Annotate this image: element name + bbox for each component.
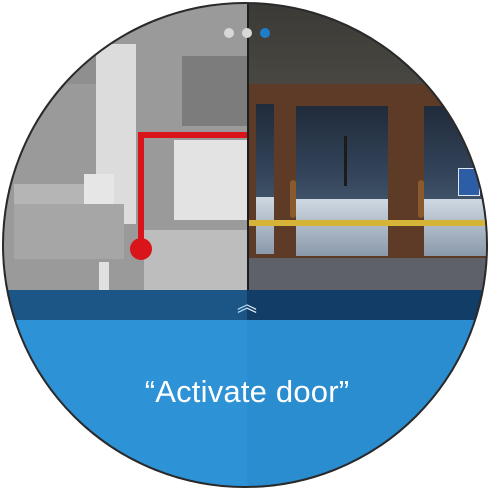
watch-face: ︽ “Activate door” xyxy=(2,2,488,488)
page-dot-active[interactable] xyxy=(260,28,270,38)
door-handle xyxy=(418,180,424,218)
camera-view[interactable] xyxy=(248,4,486,290)
map-building-block xyxy=(14,184,84,204)
voice-command-text: “Activate door” xyxy=(144,374,350,409)
map-building-block xyxy=(14,204,124,259)
current-location-marker xyxy=(130,238,152,260)
door-header xyxy=(248,4,486,90)
indoor-map[interactable] xyxy=(4,4,248,290)
map-building-block xyxy=(144,230,248,290)
sign-icon xyxy=(458,168,480,196)
map-building-block xyxy=(4,4,96,84)
door-handle xyxy=(290,180,296,218)
door-glass xyxy=(424,106,486,256)
split-divider xyxy=(247,4,249,290)
route-line xyxy=(138,132,144,248)
map-room xyxy=(174,140,248,220)
page-dot[interactable] xyxy=(242,28,252,38)
floor xyxy=(248,258,486,290)
map-corridor xyxy=(99,262,109,290)
page-indicator xyxy=(4,28,486,40)
door-glass xyxy=(256,104,274,254)
map-room xyxy=(182,56,248,126)
route-line xyxy=(138,132,248,138)
door-glass xyxy=(296,106,388,256)
door-push-bar xyxy=(248,220,486,226)
page-dot[interactable] xyxy=(224,28,234,38)
